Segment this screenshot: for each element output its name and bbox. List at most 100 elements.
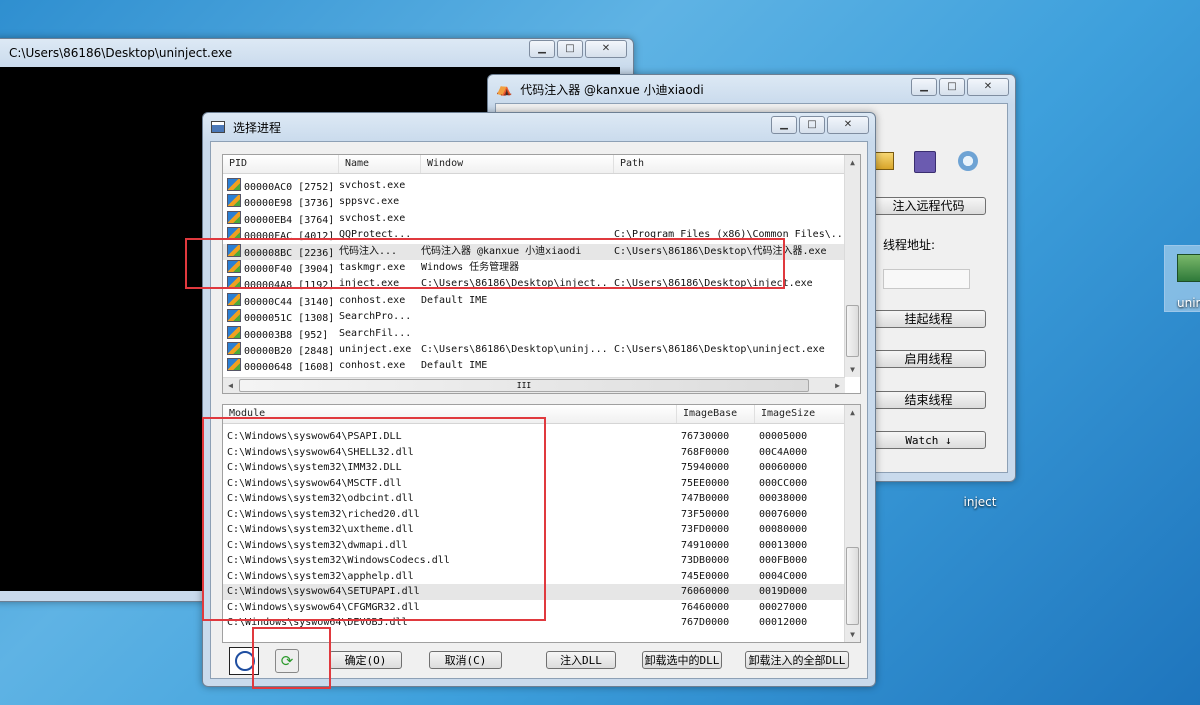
refresh-icon[interactable]: ⟳	[275, 649, 299, 673]
process-row[interactable]: 00000648 [1608] conhost.exe Default IME	[223, 358, 845, 374]
maximize-button[interactable]: □	[939, 78, 965, 96]
process-name-text: 代码注入...	[339, 245, 398, 257]
scroll-thumb[interactable]	[846, 547, 859, 625]
module-imagesize: 000FB000	[759, 555, 808, 566]
maximize-button[interactable]: □	[557, 40, 583, 58]
process-window-text: C:\Users\86186\Desktop\uninj...	[421, 343, 608, 355]
desktop-icon-uninject[interactable]: unin	[1164, 245, 1200, 312]
process-icon	[227, 194, 241, 208]
module-row[interactable]: C:\Windows\system32\apphelp.dll 745E0000 0…	[223, 569, 845, 585]
target-icon[interactable]	[229, 647, 259, 675]
settings-icon[interactable]	[958, 151, 978, 171]
thread-address-input[interactable]	[883, 269, 970, 289]
process-pid-text: 00000F40 [3904]	[244, 263, 335, 275]
scroll-down-arrow[interactable]: ▼	[845, 627, 860, 642]
app-icon: ⛺	[496, 81, 513, 97]
watch-button[interactable]: Watch ↓	[871, 431, 986, 449]
resume-thread-button[interactable]: 启用线程	[871, 350, 986, 368]
process-list-vscroll[interactable]: ▲ ▼	[844, 155, 860, 377]
column-imagebase[interactable]: ImageBase	[677, 405, 755, 423]
module-row[interactable]: C:\Windows\syswow64\PSAPI.DLL 76730000 000…	[223, 429, 845, 445]
process-row[interactable]: 000008BC [2236] 代码注入... 代码注入器 @kanxue 小迪xi…	[223, 243, 845, 260]
process-pid-text: 00000648 [1608]	[244, 362, 335, 374]
module-list[interactable]: Module ImageBase ImageSize C:\Windows\sy…	[222, 404, 861, 643]
cancel-button[interactable]: 取消(C)	[429, 651, 502, 669]
maximize-button[interactable]: □	[799, 116, 825, 134]
module-path: C:\Windows\syswow64\DEVOBJ.dll	[227, 617, 408, 628]
process-row[interactable]: 00000EB4 [3764] svchost.exe	[223, 210, 845, 227]
open-icon[interactable]	[874, 152, 894, 170]
module-row[interactable]: C:\Windows\system32\IMM32.DLL 75940000 000…	[223, 460, 845, 476]
process-window-text: 代码注入器 @kanxue 小迪xiaodi	[421, 245, 582, 257]
module-row[interactable]: C:\Windows\system32\riched20.dll 73F50000…	[223, 507, 845, 523]
module-row[interactable]: C:\Windows\syswow64\SETUPAPI.dll 76060000…	[223, 584, 845, 600]
module-row[interactable]: C:\Windows\system32\dwmapi.dll 74910000 00…	[223, 538, 845, 554]
module-path: C:\Windows\system32\apphelp.dll	[227, 570, 414, 582]
minimize-button[interactable]: ▁	[911, 78, 937, 96]
process-window: Windows 任务管理器	[417, 260, 610, 276]
process-row[interactable]: 0000051C [1308] SearchPro...	[223, 309, 845, 325]
ok-button[interactable]: 确定(O)	[329, 651, 402, 669]
module-row[interactable]: C:\Windows\system32\uxtheme.dll 73FD0000 0…	[223, 522, 845, 538]
process-name-text: sppsvc.exe	[339, 196, 400, 208]
process-window	[417, 326, 610, 342]
inject-remote-code-button[interactable]: 注入远程代码	[871, 197, 986, 215]
process-row[interactable]: 00000E98 [3736] sppsvc.exe	[223, 194, 845, 210]
process-list-hscroll[interactable]: ◀ III ▶	[223, 377, 845, 393]
scroll-up-arrow[interactable]: ▲	[845, 405, 860, 420]
process-row[interactable]: 00000AC0 [2752] svchost.exe	[223, 178, 845, 194]
module-imagebase: 747B0000	[681, 493, 730, 504]
process-pid: 00000AC0 [2752]	[223, 178, 335, 194]
close-button[interactable]: ✕	[585, 40, 627, 58]
module-row[interactable]: C:\Windows\syswow64\DEVOBJ.dll 767D0000 00…	[223, 615, 845, 631]
process-pid-text: 00000FAC [4012]	[244, 231, 335, 243]
process-row[interactable]: 00000C44 [3140] conhost.exe Default IME	[223, 292, 845, 309]
close-button[interactable]: ✕	[827, 116, 869, 134]
process-window	[417, 227, 610, 243]
module-row[interactable]: C:\Windows\syswow64\MSCTF.dll 75EE0000 000…	[223, 476, 845, 492]
module-imagesize: 0019D000	[759, 586, 808, 597]
process-row[interactable]: 00000F40 [3904] taskmgr.exe Windows 任务管理器	[223, 259, 845, 276]
module-list-header: Module ImageBase ImageSize	[223, 405, 845, 424]
column-name[interactable]: Name	[339, 155, 421, 173]
process-row[interactable]: 000003B8 [952] SearchFil...	[223, 325, 845, 342]
module-path: C:\Windows\syswow64\MSCTF.dll	[227, 477, 402, 489]
process-path	[610, 260, 841, 276]
suspend-thread-button[interactable]: 挂起线程	[871, 310, 986, 328]
process-name: taskmgr.exe	[335, 260, 417, 276]
process-window-text: C:\Users\86186\Desktop\inject...	[421, 278, 610, 290]
select-process-dialog[interactable]: 选择进程 ▁ □ ✕ PID Name Window Path 00000AC0…	[202, 112, 876, 687]
column-window[interactable]: Window	[421, 155, 614, 173]
minimize-button[interactable]: ▁	[771, 116, 797, 134]
process-row[interactable]: 00000B20 [2848] uninject.exe C:\Users\8618…	[223, 341, 845, 358]
scroll-down-arrow[interactable]: ▼	[845, 362, 860, 377]
scroll-left-arrow[interactable]: ◀	[223, 378, 238, 393]
module-row[interactable]: C:\Windows\system32\WindowsCodecs.dll 73D…	[223, 553, 845, 569]
save-icon[interactable]	[914, 151, 936, 173]
process-row[interactable]: 00000FAC [4012] QQProtect... C:\Program Fi…	[223, 227, 845, 243]
process-path-text: C:\Users\86186\Desktop\inject.exe	[614, 278, 813, 290]
column-path[interactable]: Path	[614, 155, 845, 173]
desktop-icon-inject[interactable]: inject	[950, 480, 1010, 509]
column-pid[interactable]: PID	[223, 155, 339, 173]
minimize-button[interactable]: ▁	[529, 40, 555, 58]
terminate-thread-button[interactable]: 结束线程	[871, 391, 986, 409]
scroll-up-arrow[interactable]: ▲	[845, 155, 860, 170]
column-module[interactable]: Module	[223, 405, 677, 423]
process-row[interactable]: 000004A8 [1192] inject.exe C:\Users\86186\…	[223, 276, 845, 292]
module-row[interactable]: C:\Windows\system32\odbcint.dll 747B0000 0…	[223, 491, 845, 507]
process-list[interactable]: PID Name Window Path 00000AC0 [2752] svch…	[222, 154, 861, 394]
unload-all-dll-button[interactable]: 卸载注入的全部DLL	[745, 651, 849, 669]
column-imagesize[interactable]: ImageSize	[755, 405, 845, 423]
unload-selected-dll-button[interactable]: 卸载选中的DLL	[642, 651, 722, 669]
module-row[interactable]: C:\Windows\syswow64\CFGMGR32.dll 76460000…	[223, 600, 845, 616]
module-row[interactable]: C:\Windows\syswow64\SHELL32.dll 768F0000 0…	[223, 445, 845, 461]
module-list-vscroll[interactable]: ▲ ▼	[844, 405, 860, 642]
inject-dll-button[interactable]: 注入DLL	[546, 651, 616, 669]
scroll-thumb[interactable]	[846, 305, 859, 357]
hscroll-thumb[interactable]: III	[239, 379, 809, 392]
close-button[interactable]: ✕	[967, 78, 1009, 96]
process-name: svchost.exe	[335, 178, 417, 194]
scroll-right-arrow[interactable]: ▶	[830, 378, 845, 393]
module-path: C:\Windows\system32\odbcint.dll	[227, 493, 414, 504]
